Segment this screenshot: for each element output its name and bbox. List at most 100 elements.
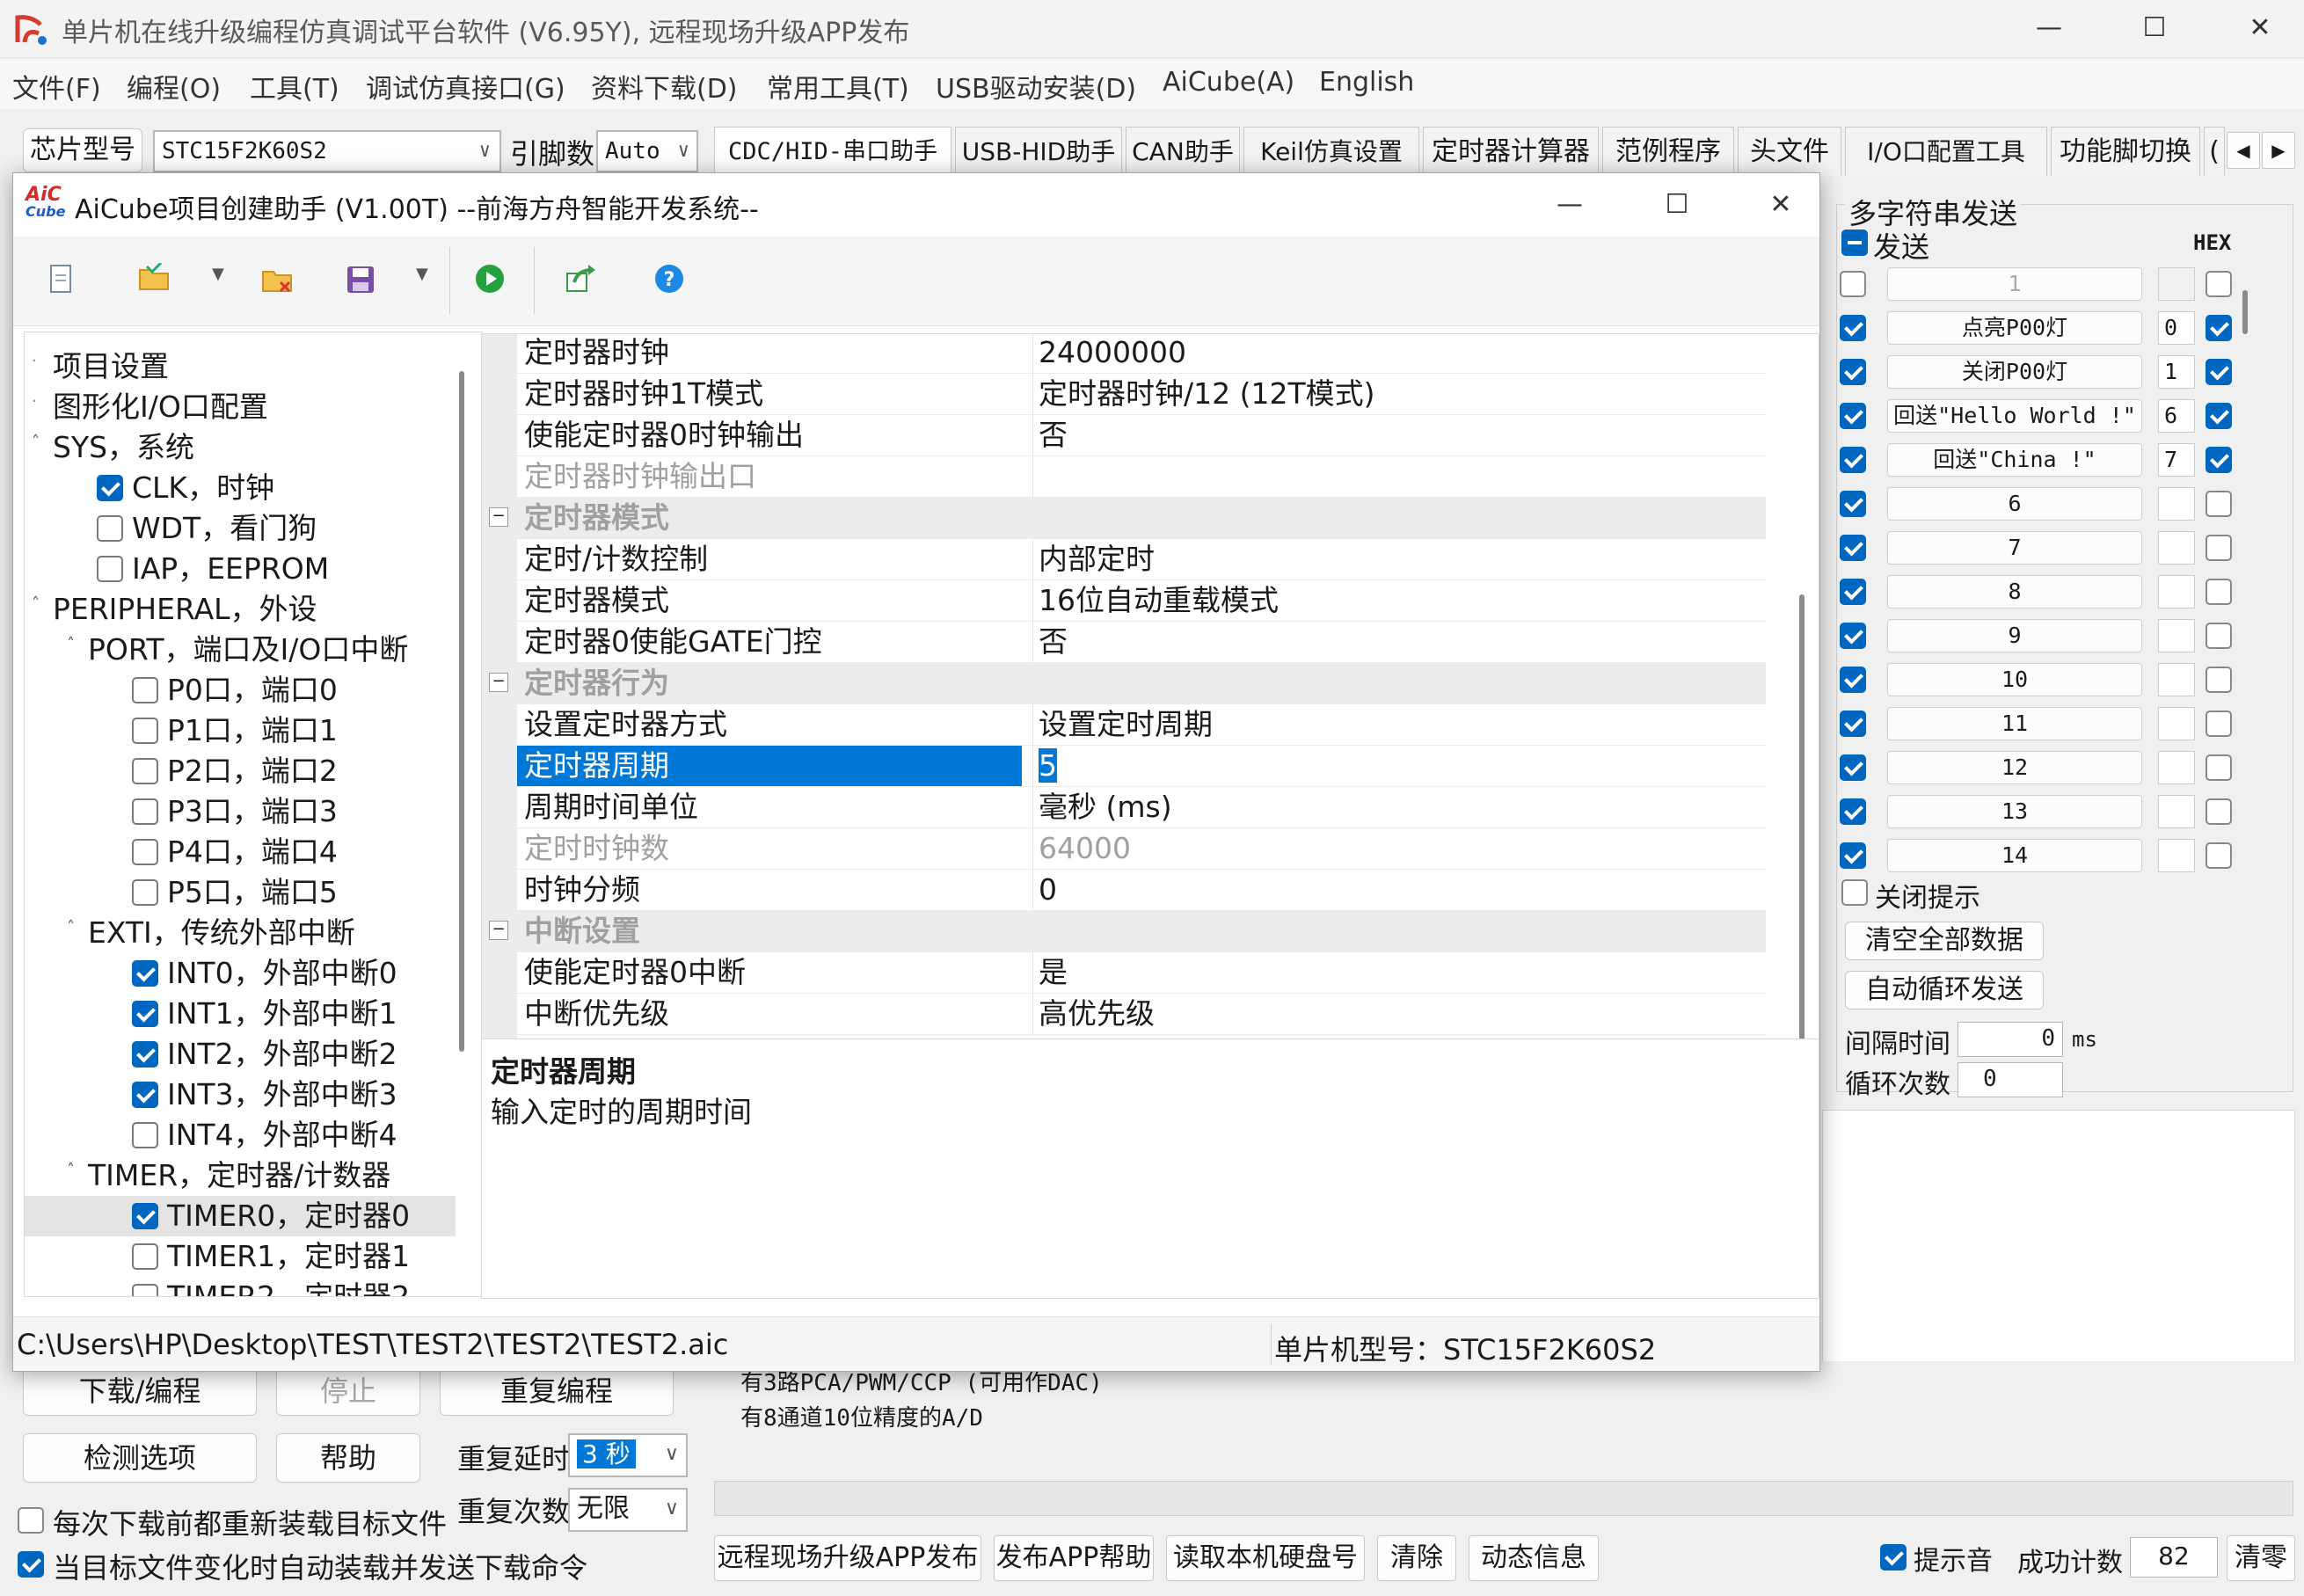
- tree-item[interactable]: INT4，外部中断4: [25, 1115, 456, 1155]
- publish-app-button[interactable]: 远程现场升级APP发布: [714, 1535, 981, 1581]
- send-row-hex-input[interactable]: [2158, 839, 2195, 872]
- send-row-button[interactable]: 10: [1887, 663, 2142, 696]
- property-category[interactable]: − 定时器模式: [482, 498, 1766, 539]
- property-value[interactable]: [1032, 456, 1766, 497]
- beep-checkbox[interactable]: [1880, 1544, 1907, 1570]
- tree-item[interactable]: P5口，端口5: [25, 872, 456, 913]
- send-row-hex-input[interactable]: [2158, 707, 2195, 740]
- send-row-hex-checkbox[interactable]: [2206, 579, 2232, 605]
- export-icon[interactable]: [565, 263, 597, 293]
- chip-type-select[interactable]: STC15F2K60S2 ∨: [153, 130, 501, 172]
- send-row-checkbox[interactable]: [1840, 535, 1866, 561]
- help-button[interactable]: 帮助: [276, 1433, 420, 1483]
- tree-item[interactable]: ˄ PERIPHERAL，外设: [25, 589, 456, 630]
- tab-usb-hid[interactable]: USB-HID助手: [955, 127, 1122, 176]
- send-row-hex-input[interactable]: [2158, 619, 2195, 652]
- reload-on-change-checkbox[interactable]: [18, 1551, 44, 1578]
- send-row-hex-input[interactable]: [2158, 663, 2195, 696]
- tree-checkbox[interactable]: [132, 1243, 158, 1270]
- send-row-hex-input[interactable]: [2158, 267, 2195, 301]
- tree-item[interactable]: P1口，端口1: [25, 711, 456, 751]
- send-row-hex-checkbox[interactable]: [2206, 711, 2232, 737]
- tree-expander-icon[interactable]: ˄: [67, 624, 75, 665]
- tree-item[interactable]: INT0，外部中断0: [25, 953, 456, 994]
- tree-item[interactable]: P3口，端口3: [25, 791, 456, 832]
- tree-checkbox[interactable]: [97, 515, 123, 542]
- info-output-area[interactable]: 有3路PCA/PWM/CCP (可用作DAC) 有8通道10位精度的A/D: [714, 1361, 2295, 1476]
- property-category[interactable]: − 中断设置: [482, 911, 1766, 952]
- reload-before-download-checkbox[interactable]: [18, 1507, 44, 1534]
- help-icon[interactable]: ?: [653, 263, 685, 295]
- property-row[interactable]: 时钟分频 0: [482, 870, 1766, 911]
- send-row-button[interactable]: 回送"Hello World !": [1887, 399, 2142, 433]
- send-row-hex-checkbox[interactable]: [2206, 491, 2232, 517]
- send-row-hex-input[interactable]: [2158, 575, 2195, 609]
- menu-aicube[interactable]: AiCube(A): [1163, 67, 1294, 98]
- tab-serial-assistant[interactable]: CDC/HID-串口助手: [714, 127, 951, 176]
- send-row-hex-input[interactable]: [2158, 487, 2195, 521]
- tree-expander-icon[interactable]: ˄: [67, 907, 75, 948]
- tree-checkbox[interactable]: [132, 798, 158, 825]
- repeat-program-button[interactable]: 重复编程: [440, 1366, 674, 1416]
- beep-option[interactable]: 提示音: [1880, 1539, 2021, 1578]
- tree-item[interactable]: INT2，外部中断2: [25, 1034, 456, 1075]
- send-row-hex-input[interactable]: 6: [2158, 399, 2195, 433]
- tab-scroll-left-icon[interactable]: ◀: [2227, 132, 2260, 169]
- tree-item[interactable]: TIMER1，定时器1: [25, 1236, 456, 1277]
- repeat-count-select[interactable]: 无限 ∨: [568, 1488, 688, 1532]
- property-value[interactable]: 内部定时: [1032, 539, 1766, 579]
- tab-timer-calc[interactable]: 定时器计算器: [1423, 127, 1599, 176]
- send-row-button[interactable]: 回送"China !": [1887, 443, 2142, 477]
- property-row[interactable]: 定时时钟数 64000: [482, 828, 1766, 870]
- tree-item[interactable]: TIMER2，定时器2: [25, 1277, 456, 1296]
- property-value[interactable]: 24000000: [1032, 334, 1766, 373]
- property-value[interactable]: 高优先级: [1032, 994, 1766, 1034]
- send-row-hex-checkbox[interactable]: [2206, 315, 2232, 341]
- send-row-hex-checkbox[interactable]: [2206, 754, 2232, 781]
- send-row-checkbox[interactable]: [1840, 315, 1866, 341]
- tree-checkbox[interactable]: [97, 556, 123, 582]
- tree-item[interactable]: · 图形化I/O口配置: [25, 387, 456, 427]
- tree-item[interactable]: P0口，端口0: [25, 670, 456, 711]
- property-value[interactable]: 是: [1032, 952, 1766, 993]
- reload-before-download-option[interactable]: 每次下载前都重新装载目标文件: [18, 1500, 447, 1541]
- right-scrollbar-thumb[interactable]: [2242, 290, 2248, 334]
- send-row-checkbox[interactable]: [1840, 447, 1866, 473]
- tab-headers[interactable]: 头文件: [1738, 127, 1841, 176]
- chip-type-label[interactable]: 芯片型号: [23, 128, 142, 172]
- tree-checkbox[interactable]: [132, 718, 158, 744]
- menu-download[interactable]: 资料下载(D): [591, 67, 738, 106]
- tree-checkbox[interactable]: [132, 879, 158, 906]
- close-button[interactable]: ✕: [2234, 7, 2286, 49]
- menu-program[interactable]: 编程(O): [127, 67, 221, 106]
- tab-can[interactable]: CAN助手: [1126, 127, 1240, 176]
- send-row-hex-checkbox[interactable]: [2206, 271, 2232, 297]
- tree-checkbox[interactable]: [132, 1122, 158, 1148]
- send-row-hex-input[interactable]: [2158, 795, 2195, 828]
- send-row-hex-checkbox[interactable]: [2206, 359, 2232, 385]
- send-row-button[interactable]: 1: [1887, 267, 2142, 301]
- send-row-hex-input[interactable]: 7: [2158, 443, 2195, 477]
- menu-tools[interactable]: 工具(T): [250, 67, 339, 106]
- property-value[interactable]: 64000: [1032, 828, 1766, 869]
- close-folder-icon[interactable]: [261, 266, 293, 295]
- send-row-button[interactable]: 13: [1887, 795, 2142, 828]
- tree-item[interactable]: ˄ EXTI，传统外部中断: [25, 913, 456, 953]
- send-row-hex-input[interactable]: 1: [2158, 355, 2195, 389]
- send-row-checkbox[interactable]: [1840, 798, 1866, 825]
- property-value[interactable]: 否: [1032, 415, 1766, 455]
- menu-common-tools[interactable]: 常用工具(T): [767, 67, 909, 106]
- tree-checkbox[interactable]: [132, 1284, 158, 1296]
- stop-button[interactable]: 停止: [276, 1366, 420, 1416]
- send-row-hex-input[interactable]: [2158, 531, 2195, 565]
- send-row-checkbox[interactable]: [1840, 754, 1866, 781]
- send-row-checkbox[interactable]: [1840, 403, 1866, 429]
- send-row-hex-input[interactable]: 0: [2158, 311, 2195, 345]
- property-value[interactable]: 0: [1032, 870, 1766, 910]
- send-header[interactable]: 发送: [1841, 225, 2017, 264]
- tree-checkbox[interactable]: [132, 839, 158, 865]
- property-value[interactable]: 否: [1032, 622, 1766, 662]
- save-icon[interactable]: [346, 265, 375, 295]
- send-row-button[interactable]: 6: [1887, 487, 2142, 521]
- property-value[interactable]: 16位自动重载模式: [1032, 580, 1766, 621]
